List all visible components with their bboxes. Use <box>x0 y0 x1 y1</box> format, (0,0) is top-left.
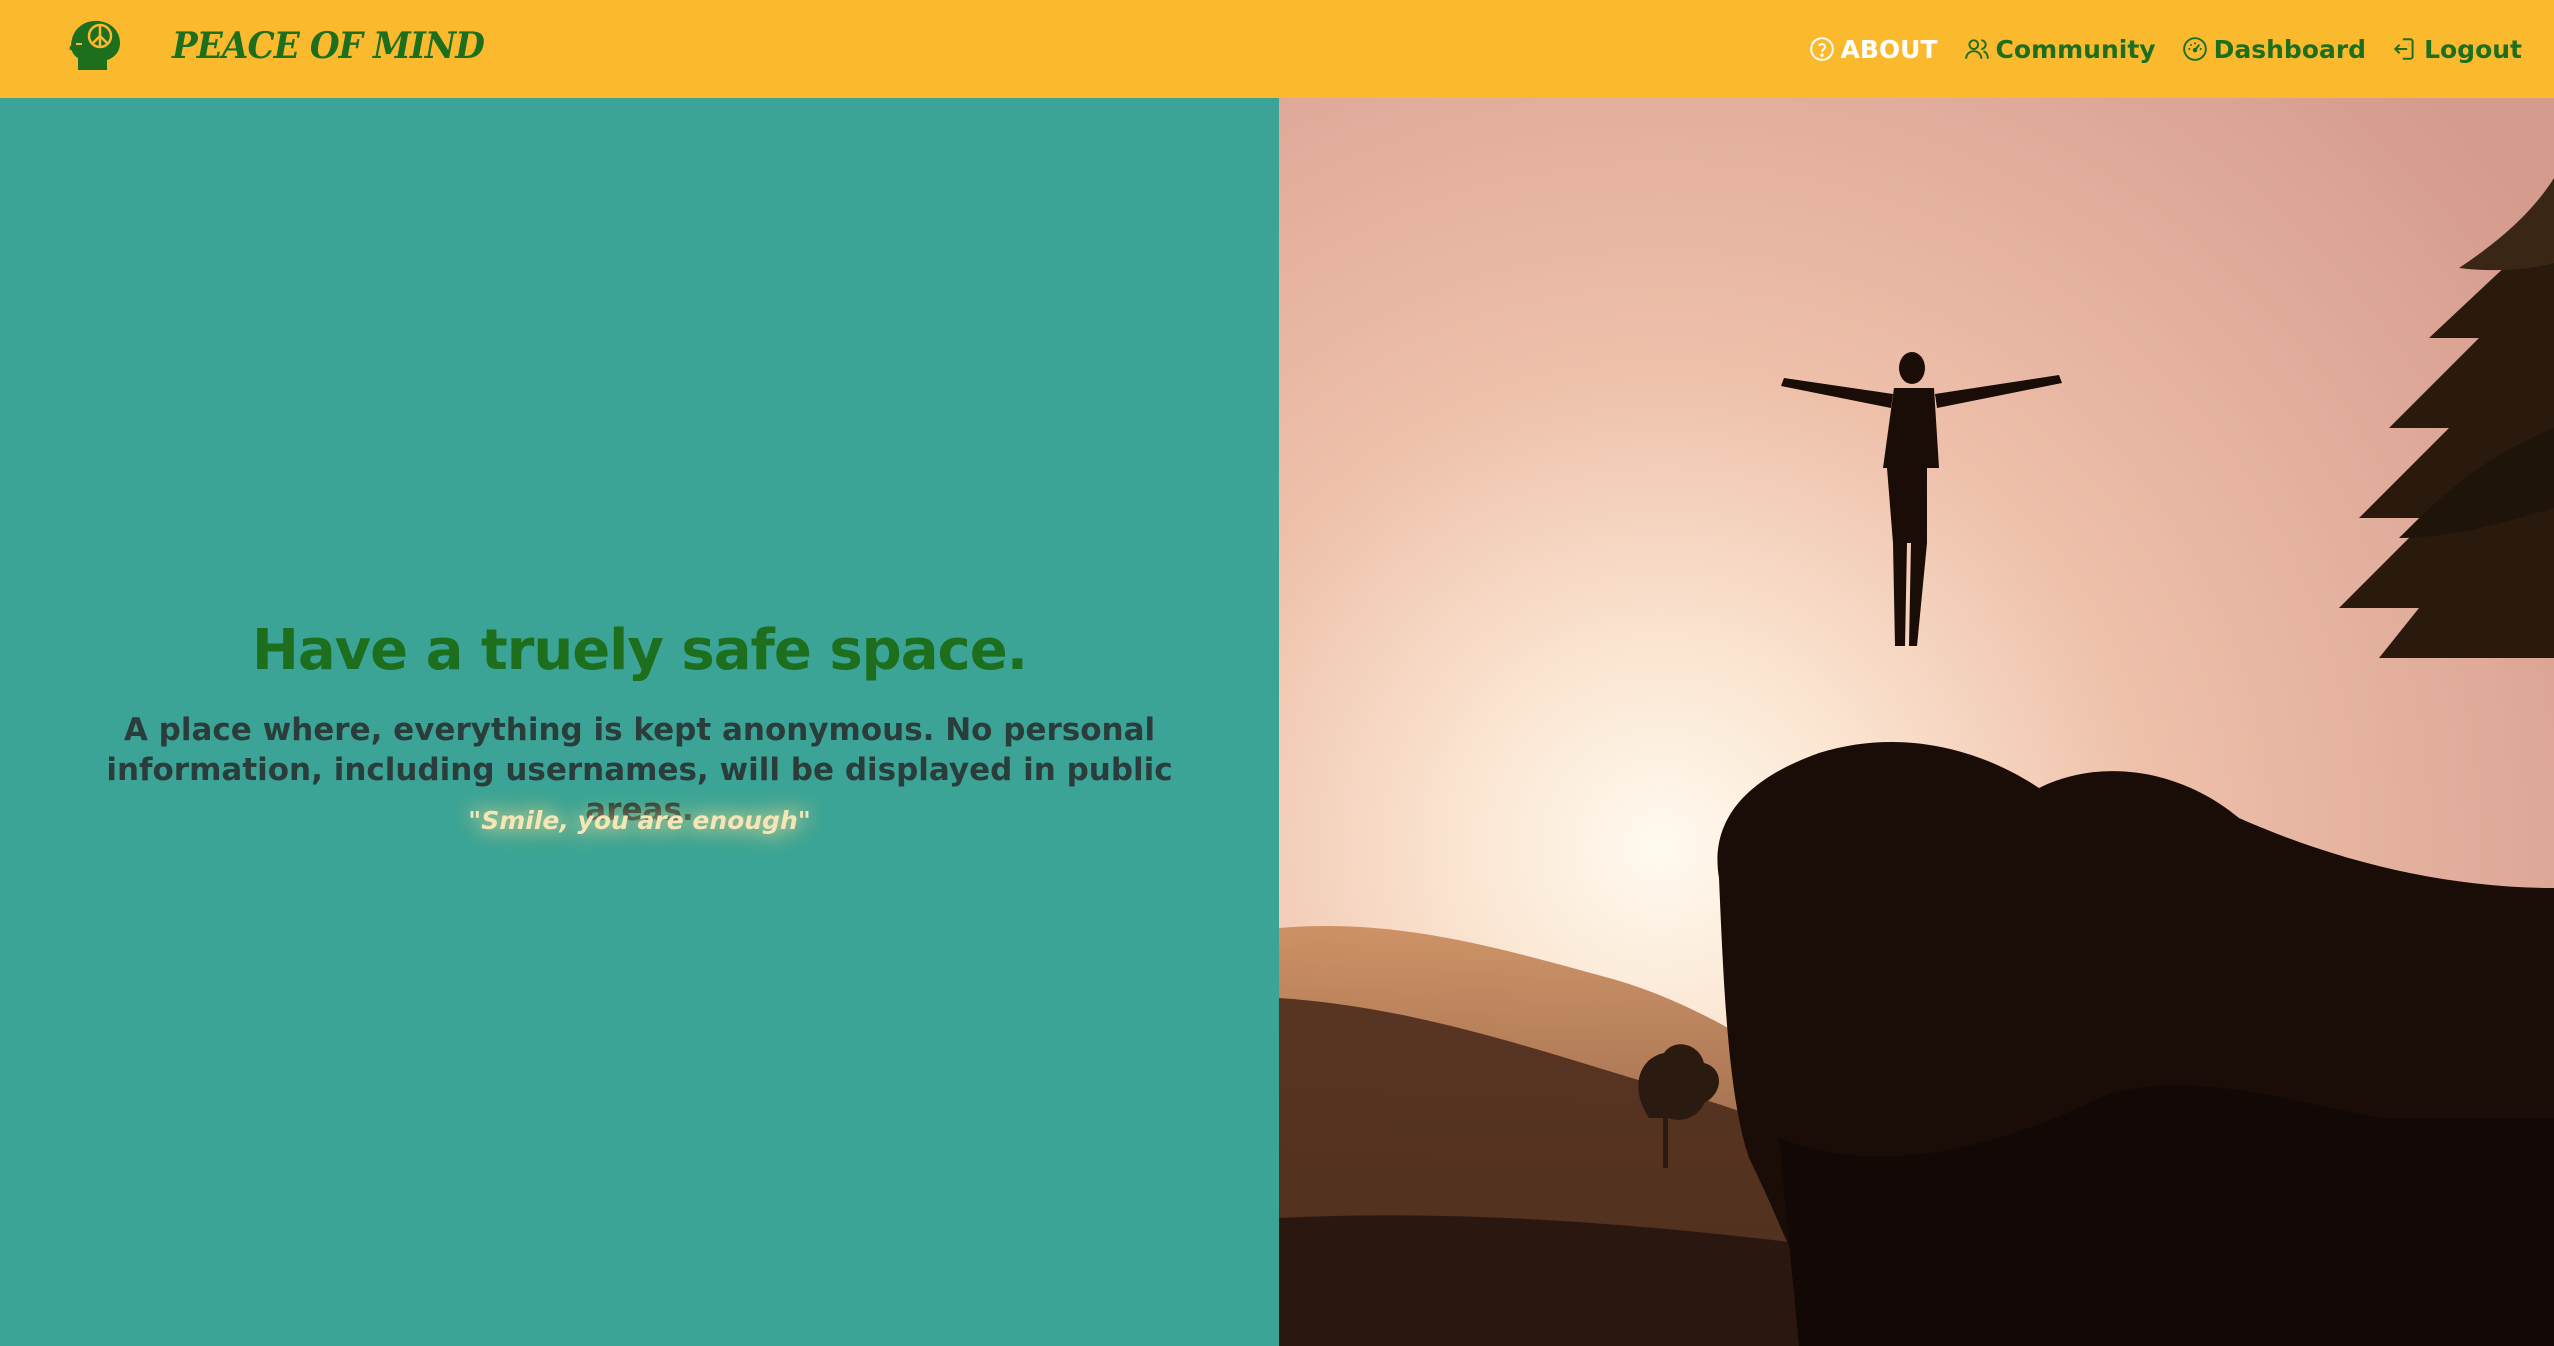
nav-community-label: Community <box>1995 34 2156 64</box>
nav-logout-label: Logout <box>2424 34 2522 64</box>
people-icon <box>1964 39 1989 59</box>
nav-dashboard-label: Dashboard <box>2213 34 2367 64</box>
hero-quote: "Smile, you are enough" <box>468 806 811 835</box>
nav-community[interactable]: Community <box>1964 35 2156 64</box>
navbar: PEACE OF MIND ABOUT Community Dashboard … <box>0 0 2554 98</box>
brand-name: PEACE OF MIND <box>172 25 485 67</box>
hero-image <box>1279 98 2554 1346</box>
question-circle-icon <box>1809 37 1834 61</box>
peace-head-icon <box>69 20 120 71</box>
gauge-icon <box>2182 37 2207 61</box>
hero-headline: Have a truely safe space. <box>252 618 1028 683</box>
brand-link[interactable]: PEACE OF MIND <box>68 18 500 74</box>
hero-text-panel: Have a truely safe space. A place where,… <box>0 98 1279 1346</box>
nav-about-label: ABOUT <box>1840 34 1938 64</box>
nav-dashboard[interactable]: Dashboard <box>2182 35 2366 64</box>
nav-links: ABOUT Community Dashboard Logout <box>1809 0 2522 98</box>
nav-logout[interactable]: Logout <box>2392 35 2522 64</box>
logout-icon <box>2393 38 2414 60</box>
nav-about[interactable]: ABOUT <box>1809 35 1938 64</box>
man-on-rock-sunset-photo <box>1279 98 2554 1346</box>
